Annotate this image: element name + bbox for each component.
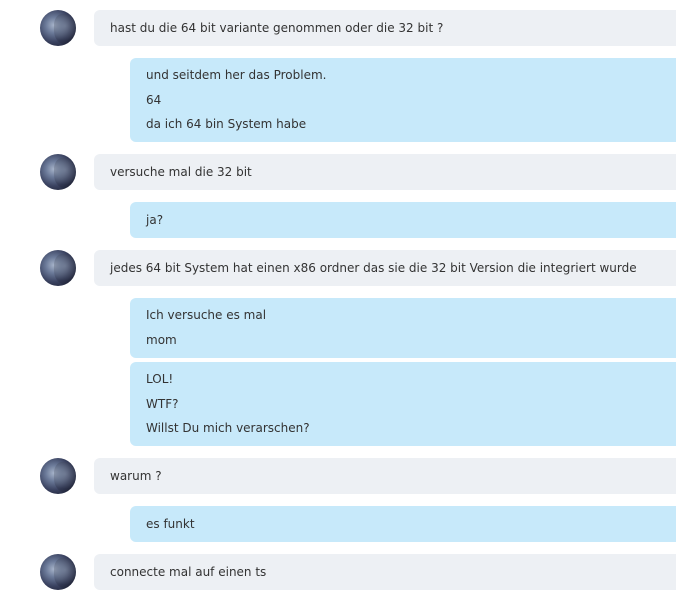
outgoing-message[interactable]: es funkt: [130, 506, 676, 542]
incoming-message[interactable]: versuche mal die 32 bit: [94, 154, 676, 190]
incoming-message[interactable]: jedes 64 bit System hat einen x86 ordner…: [94, 250, 676, 286]
outgoing-message[interactable]: ja?: [130, 202, 676, 238]
message-text: es funkt: [146, 517, 195, 531]
outgoing-message[interactable]: LOL! WTF? Willst Du mich verarschen?: [130, 362, 676, 446]
message-text: mom: [146, 333, 177, 347]
message-text: LOL!: [146, 372, 174, 386]
message-text: und seitdem her das Problem.: [146, 68, 327, 82]
incoming-message[interactable]: warum ?: [94, 458, 676, 494]
incoming-message[interactable]: hast du die 64 bit variante genommen ode…: [94, 10, 676, 46]
message-text: versuche mal die 32 bit: [110, 165, 252, 179]
message-text: jedes 64 bit System hat einen x86 ordner…: [110, 261, 637, 275]
message-text: warum ?: [110, 469, 162, 483]
outgoing-message[interactable]: Ich versuche es mal mom: [130, 298, 676, 358]
message-text: 64: [146, 93, 162, 107]
contact-avatar[interactable]: [40, 458, 76, 494]
outgoing-message[interactable]: und seitdem her das Problem. 64 da ich 6…: [130, 58, 676, 142]
contact-avatar[interactable]: [40, 250, 76, 286]
message-text: hast du die 64 bit variante genommen ode…: [110, 21, 444, 35]
contact-avatar[interactable]: [40, 154, 76, 190]
message-text: WTF?: [146, 397, 179, 411]
contact-avatar[interactable]: [40, 10, 76, 46]
message-text: ja?: [146, 213, 164, 227]
message-text: Ich versuche es mal: [146, 308, 267, 322]
message-text: da ich 64 bin System habe: [146, 117, 307, 131]
message-text: Willst Du mich verarschen?: [146, 421, 310, 435]
contact-avatar[interactable]: [40, 554, 76, 590]
incoming-message[interactable]: connecte mal auf einen ts: [94, 554, 676, 590]
message-text: connecte mal auf einen ts: [110, 565, 267, 579]
